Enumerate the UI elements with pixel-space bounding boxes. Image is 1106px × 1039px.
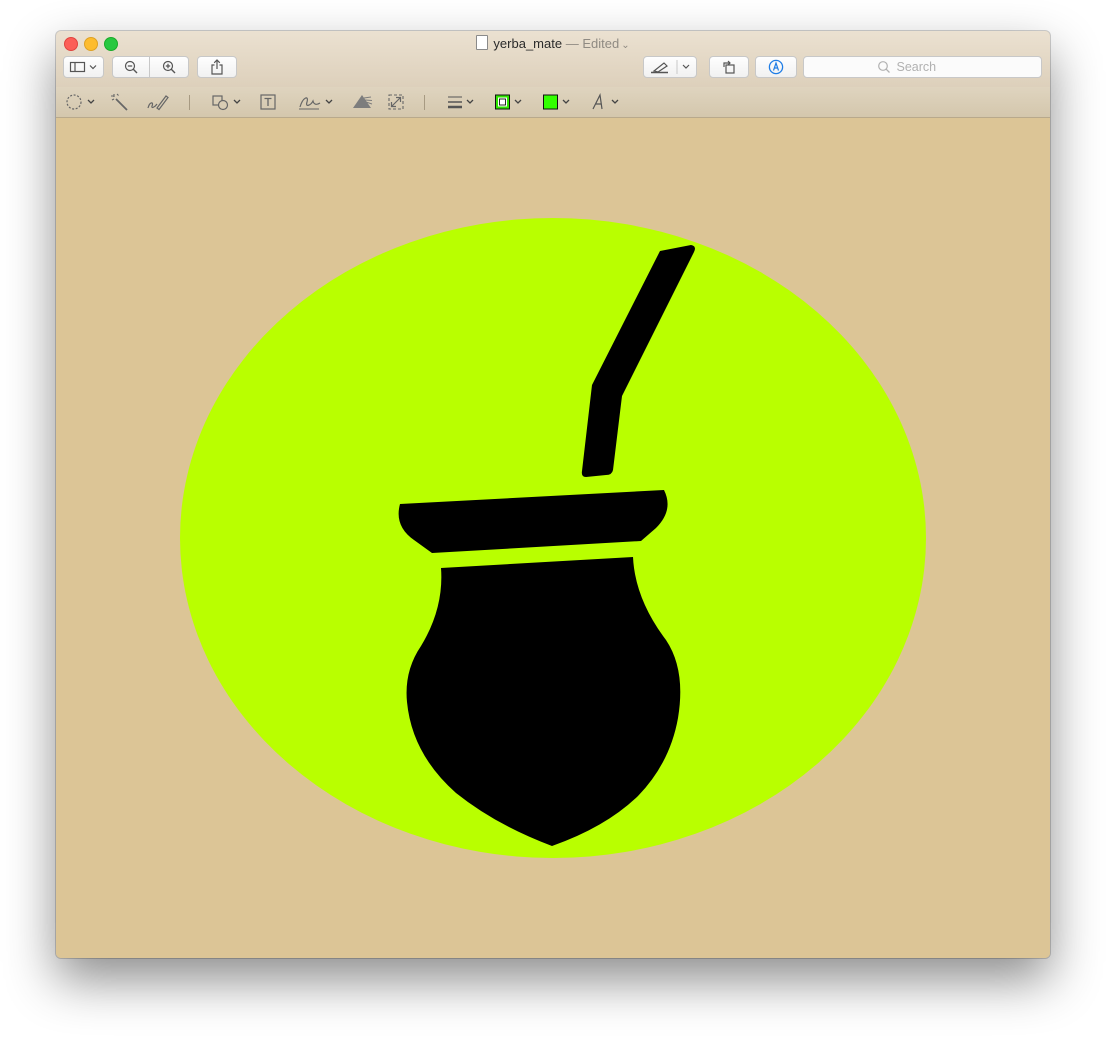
text-style-tool[interactable] bbox=[591, 92, 625, 112]
preview-window: yerba_mate — Edited ⌄ bbox=[56, 31, 1050, 958]
filename: yerba_mate bbox=[493, 36, 563, 51]
search-input[interactable] bbox=[894, 59, 969, 75]
adjust-size-icon bbox=[388, 94, 404, 110]
fill-color-icon bbox=[543, 94, 570, 110]
adjust-size-tool[interactable] bbox=[387, 92, 405, 112]
zoom-in-icon bbox=[162, 60, 176, 74]
zoom-out-button[interactable] bbox=[112, 56, 150, 78]
edited-status: — Edited bbox=[565, 36, 620, 51]
markup-toolbar-button[interactable] bbox=[755, 56, 797, 78]
sketch-tool[interactable] bbox=[146, 92, 170, 112]
rect-selection-tool[interactable] bbox=[65, 92, 99, 112]
highlighter-icon bbox=[651, 60, 690, 74]
rect-selection-icon bbox=[66, 94, 95, 110]
search-field[interactable] bbox=[803, 56, 1042, 78]
border-color-tool[interactable] bbox=[494, 92, 528, 112]
border-color-icon bbox=[495, 94, 522, 110]
shapes-icon bbox=[212, 95, 241, 111]
adjust-color-icon bbox=[353, 95, 373, 108]
toolbar-separator bbox=[424, 95, 425, 110]
sidebar-view-button[interactable] bbox=[63, 56, 104, 78]
toolbar-separator bbox=[189, 95, 190, 110]
markup-pen-icon bbox=[768, 59, 784, 75]
shape-style-tool[interactable] bbox=[446, 92, 480, 112]
search-icon bbox=[877, 61, 890, 73]
rotate-left-icon bbox=[723, 60, 735, 74]
fill-color-tool[interactable] bbox=[542, 92, 576, 112]
rotate-button[interactable] bbox=[709, 56, 749, 78]
signature-icon bbox=[299, 97, 333, 110]
shape-style-icon bbox=[448, 96, 474, 109]
markup-toolbar bbox=[56, 87, 1050, 118]
image-canvas[interactable] bbox=[56, 118, 1050, 958]
signature-tool[interactable] bbox=[297, 92, 337, 112]
title-bar: yerba_mate — Edited ⌄ bbox=[56, 31, 1050, 88]
instant-alpha-tool[interactable] bbox=[110, 92, 130, 112]
share-icon bbox=[211, 59, 223, 75]
image-artwork bbox=[180, 218, 926, 858]
adjust-color-tool[interactable] bbox=[351, 92, 373, 112]
text-box-icon bbox=[260, 94, 276, 110]
sketch-icon bbox=[147, 95, 169, 111]
chevron-down-icon: ⌄ bbox=[621, 40, 630, 51]
share-button[interactable] bbox=[197, 56, 237, 78]
text-style-icon bbox=[592, 93, 619, 110]
highlight-button[interactable] bbox=[643, 56, 697, 78]
sidebar-icon bbox=[69, 61, 96, 73]
instant-alpha-icon bbox=[111, 93, 128, 111]
document-icon bbox=[476, 35, 489, 50]
text-box-tool[interactable] bbox=[259, 92, 277, 112]
zoom-out-icon bbox=[124, 60, 138, 74]
window-title[interactable]: yerba_mate — Edited ⌄ bbox=[56, 35, 1050, 51]
zoom-in-button[interactable] bbox=[149, 56, 189, 78]
shapes-tool[interactable] bbox=[211, 92, 245, 112]
